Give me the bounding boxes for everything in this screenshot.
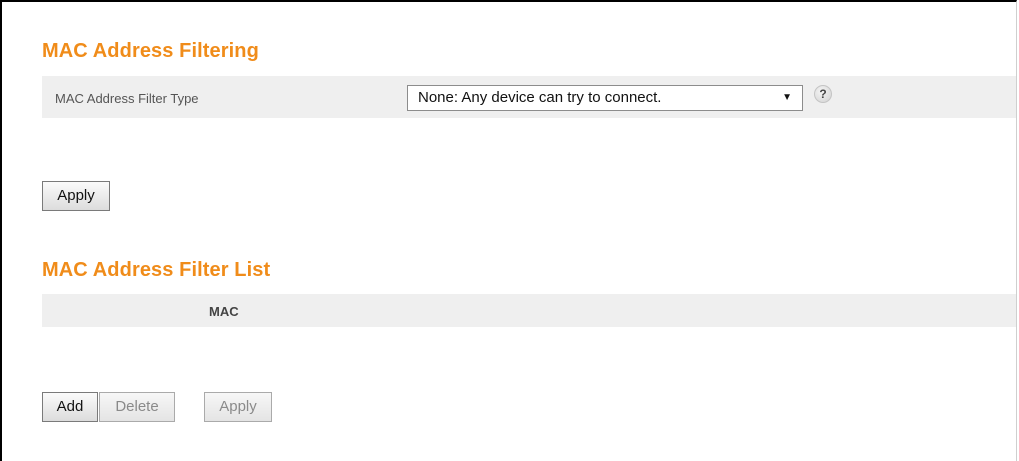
filter-type-select[interactable]: None: Any device can try to connect. ▼ bbox=[407, 85, 803, 111]
add-button[interactable]: Add bbox=[42, 392, 98, 422]
filter-list-apply-button[interactable]: Apply bbox=[204, 392, 272, 422]
filtering-apply-button[interactable]: Apply bbox=[42, 181, 110, 211]
filter-type-selected-value: None: Any device can try to connect. bbox=[418, 89, 662, 106]
mac-column-header: MAC bbox=[209, 304, 239, 319]
help-icon[interactable]: ? bbox=[814, 85, 832, 103]
content-frame: MAC Address Filtering MAC Address Filter… bbox=[0, 0, 1017, 461]
filter-type-label: MAC Address Filter Type bbox=[55, 91, 199, 106]
delete-button[interactable]: Delete bbox=[99, 392, 175, 422]
mac-filtering-title: MAC Address Filtering bbox=[42, 40, 259, 62]
filter-list-title: MAC Address Filter List bbox=[42, 259, 271, 281]
dropdown-arrow-icon: ▼ bbox=[782, 92, 792, 103]
filter-list-header-row bbox=[42, 294, 1016, 327]
